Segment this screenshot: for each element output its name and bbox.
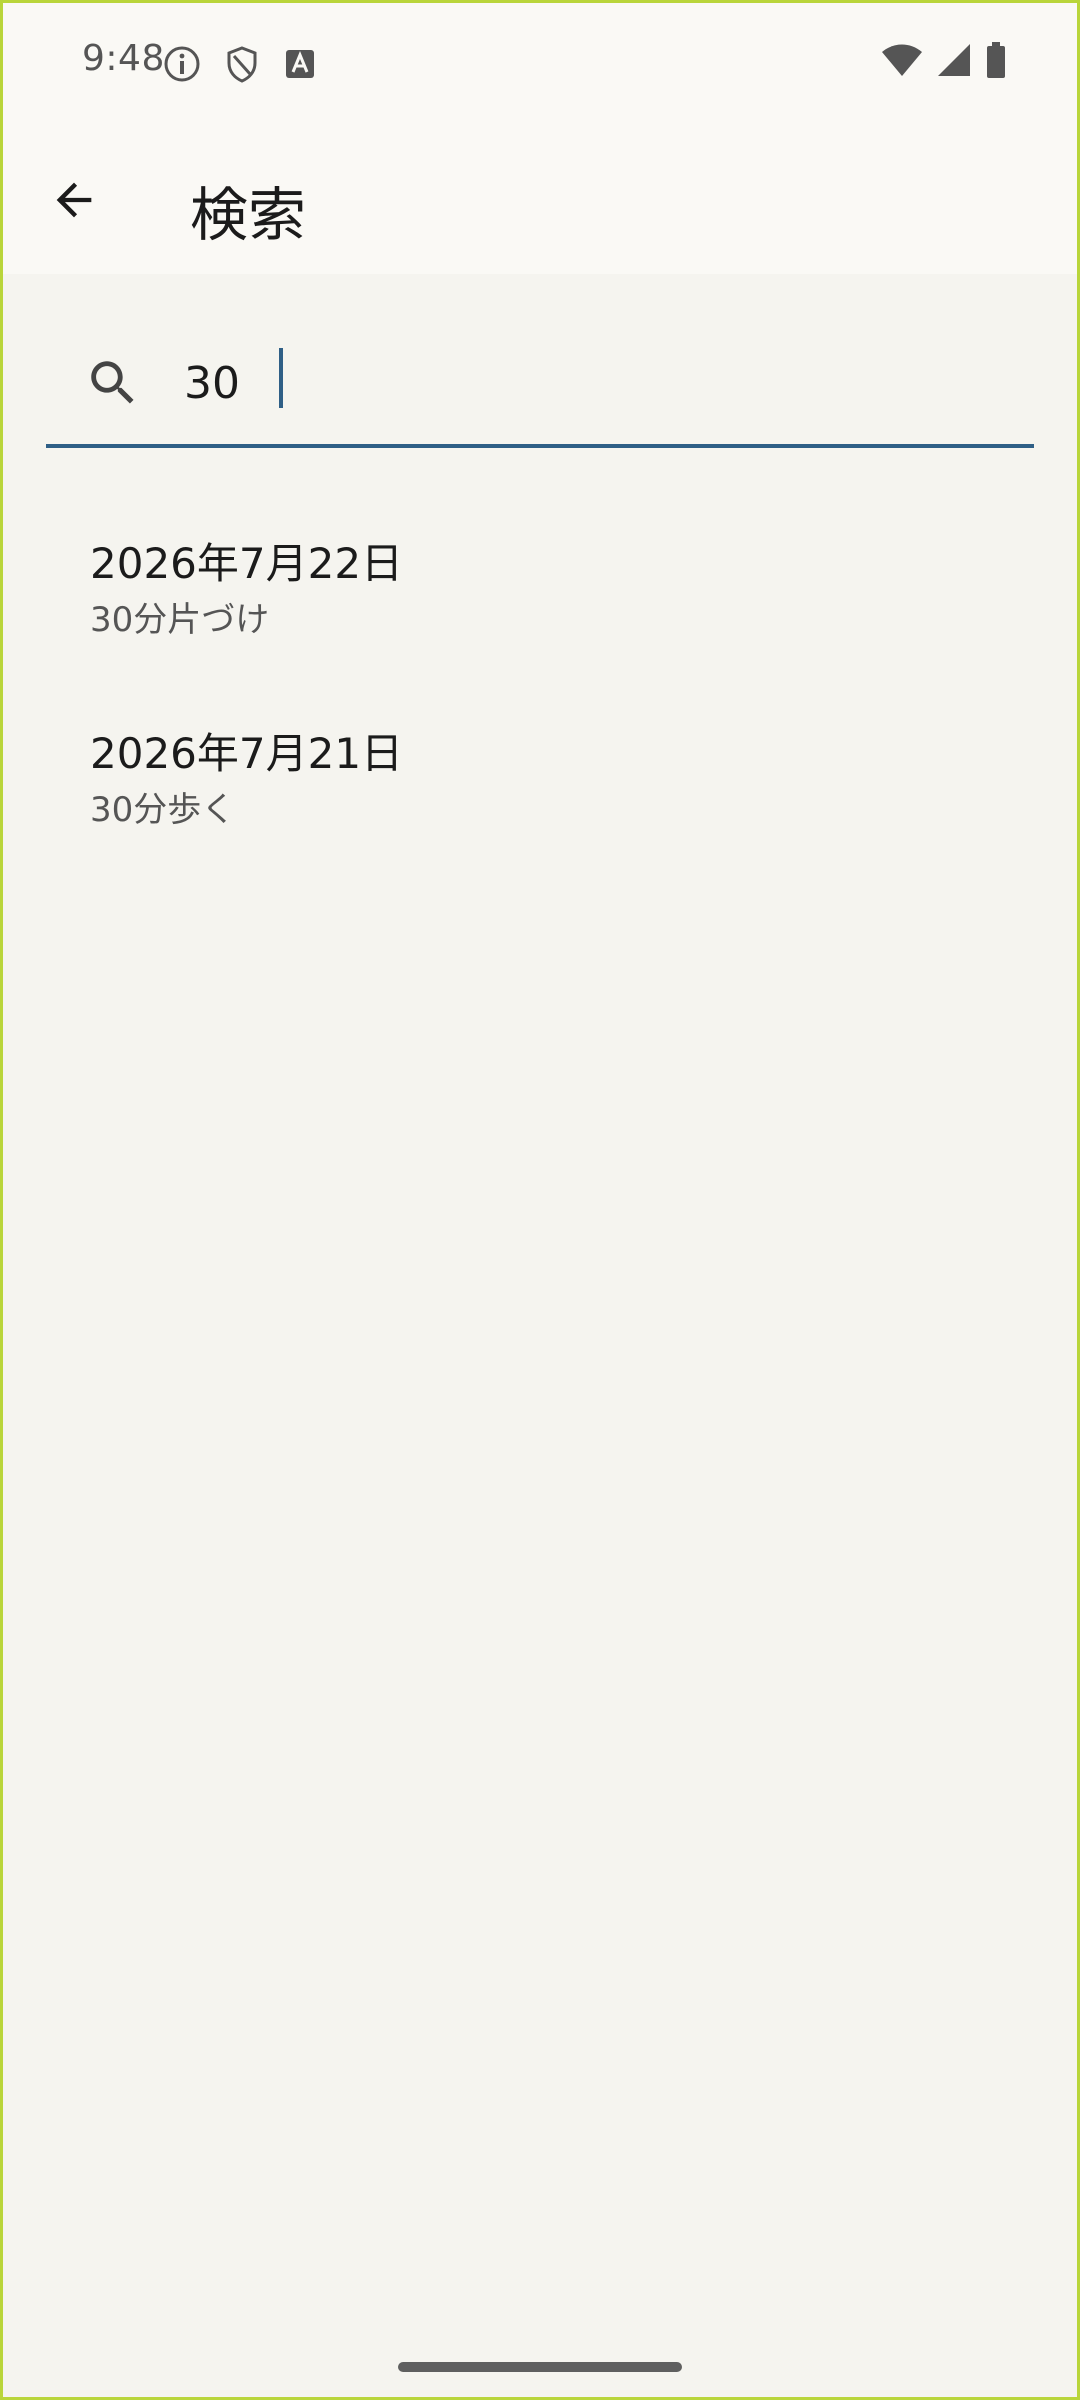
- arrow-back-icon: [56, 182, 92, 218]
- status-bar: 9:48: [0, 0, 1080, 128]
- shield-icon: [227, 46, 257, 83]
- list-item[interactable]: 2026年7月22日 30分片づけ: [0, 510, 1080, 700]
- home-indicator[interactable]: [398, 2362, 682, 2372]
- keyboard-a-icon: [286, 50, 314, 78]
- cellular-signal-icon: [938, 44, 970, 76]
- results-list: 2026年7月22日 30分片づけ 2026年7月21日 30分歩く: [0, 510, 1080, 890]
- text-cursor: [279, 348, 283, 408]
- result-date: 2026年7月22日: [90, 539, 404, 588]
- result-date: 2026年7月21日: [90, 729, 404, 778]
- status-time: 9:48: [82, 38, 165, 79]
- search-input[interactable]: [182, 346, 1006, 420]
- result-text: 30分片づけ: [90, 600, 270, 640]
- app-bar: 検索: [0, 128, 1080, 274]
- back-button[interactable]: [38, 164, 110, 236]
- battery-icon: [987, 42, 1005, 78]
- info-icon: [164, 46, 200, 82]
- page-title: 検索: [190, 181, 307, 249]
- status-right-icons: [880, 40, 1008, 80]
- list-item[interactable]: 2026年7月21日 30分歩く: [0, 700, 1080, 890]
- search-icon: [91, 361, 134, 404]
- search-field[interactable]: [46, 322, 1034, 448]
- wifi-icon: [882, 44, 922, 76]
- result-text: 30分歩く: [90, 790, 236, 830]
